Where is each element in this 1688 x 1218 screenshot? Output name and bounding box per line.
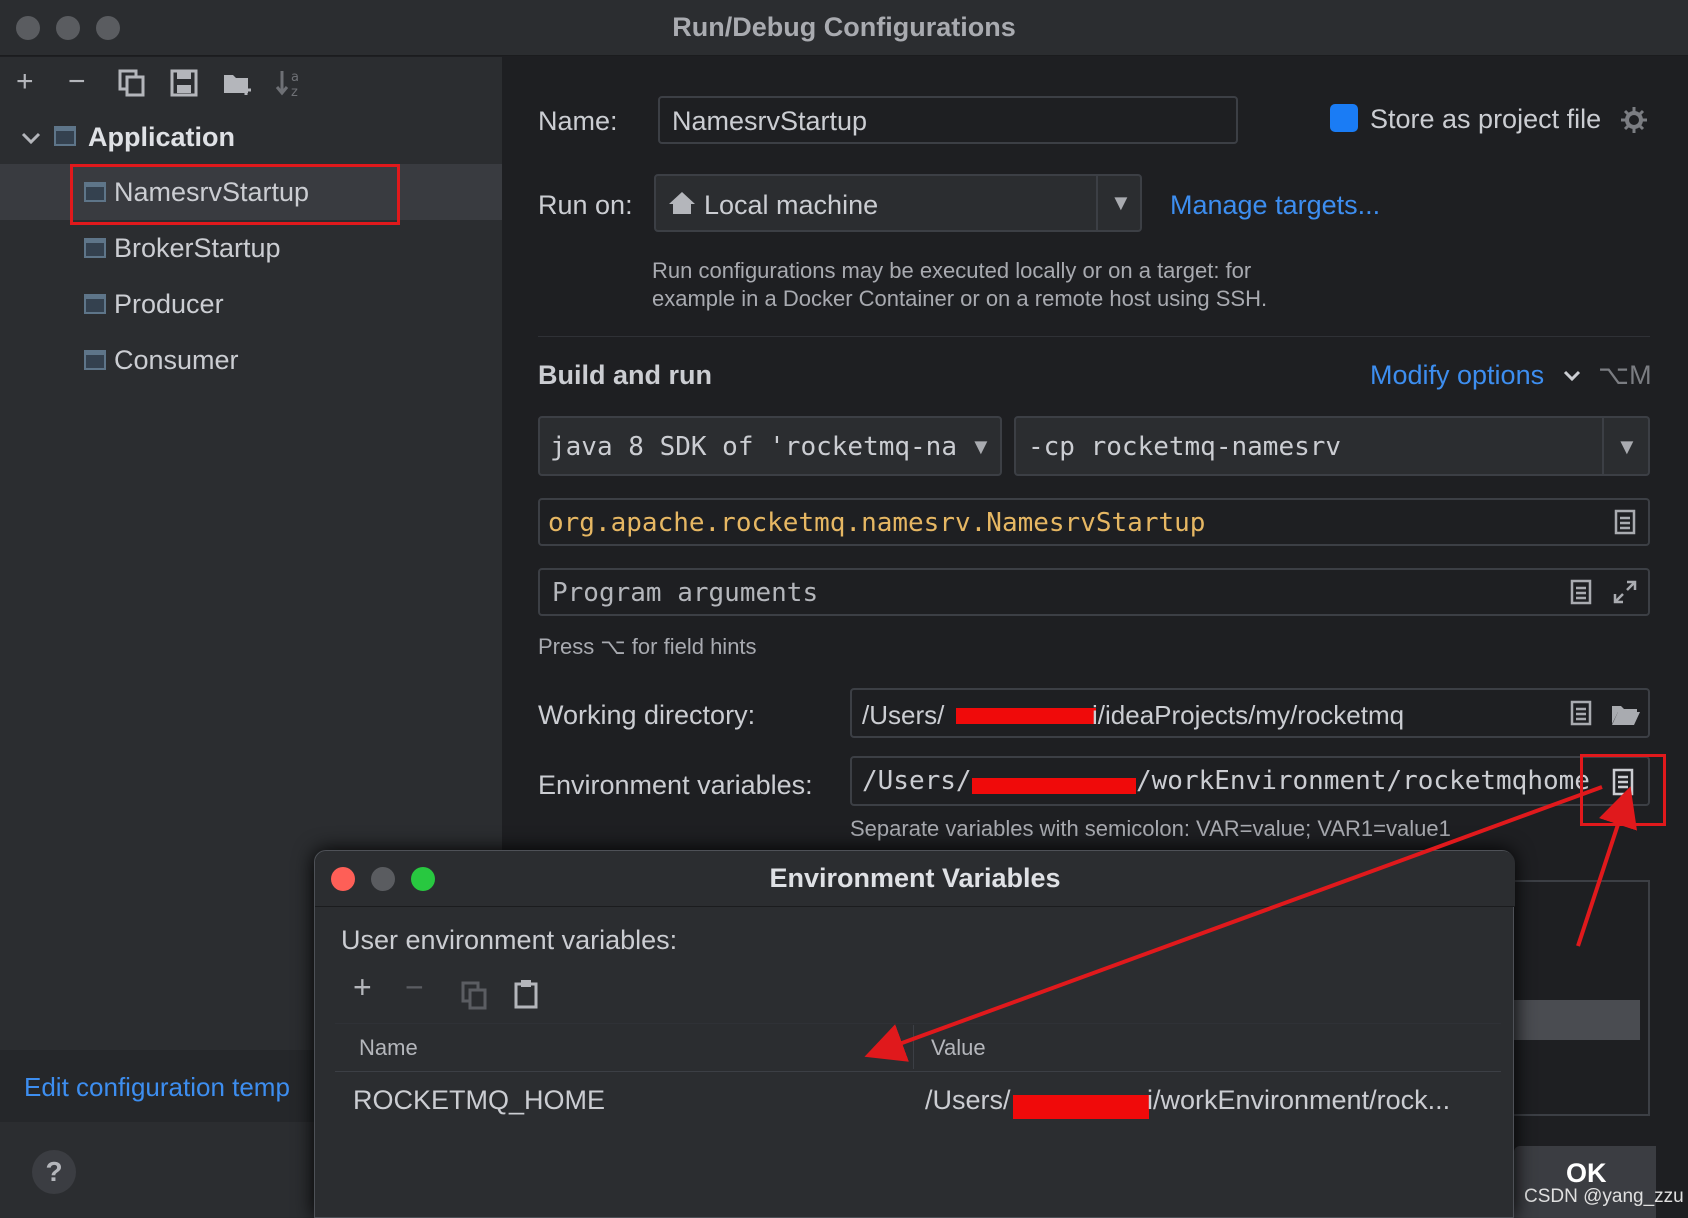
redaction-mark <box>972 778 1136 794</box>
chevron-down-icon: ▼ <box>970 434 992 459</box>
working-directory-suffix: i/ideaProjects/my/rocketmq <box>1092 700 1405 730</box>
gear-icon[interactable] <box>1620 106 1648 134</box>
build-and-run-heading: Build and run <box>538 360 712 390</box>
config-toolbar: + − az <box>0 57 502 107</box>
expand-icon[interactable] <box>1612 579 1638 605</box>
ok-button-label: OK <box>1566 1158 1607 1188</box>
table-row[interactable]: ROCKETMQ_HOME /Users/ i/workEnvironment/… <box>335 1073 1501 1123</box>
working-directory-field[interactable]: /Users/ i/ideaProjects/my/rocketmq <box>850 688 1650 738</box>
tree-item-label: BrokerStartup <box>114 233 281 263</box>
environment-variables-label: Environment variables: <box>538 770 813 800</box>
home-icon <box>669 192 695 214</box>
application-config-icon <box>84 294 106 314</box>
redaction-mark <box>956 708 1096 724</box>
env-var-name: ROCKETMQ_HOME <box>353 1085 606 1115</box>
table-header-top <box>335 1023 1501 1024</box>
remove-icon[interactable]: − <box>68 57 86 107</box>
svg-text:z: z <box>291 85 298 99</box>
column-header-value: Value <box>931 1035 986 1060</box>
dropdown-divider <box>1602 418 1604 474</box>
dropdown-divider <box>1096 176 1098 230</box>
run-on-label: Run on: <box>538 190 633 220</box>
env-var-value-suffix: i/workEnvironment/rock... <box>1147 1085 1451 1115</box>
environment-variables-dialog: Environment Variables User environment v… <box>314 850 1515 1218</box>
jdk-dropdown[interactable]: java 8 SDK of 'rocketmq-na ▼ <box>538 416 1002 476</box>
logs-panel <box>1514 880 1650 1116</box>
watermark: CSDN @yang_zzu <box>1524 1186 1684 1207</box>
modify-options-shortcut: ⌥M <box>1598 360 1652 390</box>
jdk-value: java 8 SDK of 'rocketmq-na <box>550 432 957 462</box>
section-divider <box>538 336 1650 337</box>
redaction-mark <box>1013 1095 1149 1119</box>
name-label: Name: <box>538 106 618 136</box>
name-field[interactable]: NamesrvStartup <box>658 96 1238 144</box>
folder-open-icon[interactable] <box>1610 702 1642 726</box>
application-group-icon <box>54 126 76 146</box>
store-as-project-label: Store as project file <box>1370 104 1602 134</box>
main-class-field[interactable]: org.apache.rocketmq.namesrv.NamesrvStart… <box>538 498 1650 546</box>
sort-icon[interactable]: az <box>274 67 306 99</box>
copy-icon[interactable] <box>461 981 489 1011</box>
remove-icon[interactable]: − <box>405 969 424 1006</box>
environment-variables-field[interactable]: /Users/ /workEnvironment/rocketmqhome <box>850 756 1650 806</box>
tree-group-application[interactable]: Application <box>0 109 502 165</box>
run-on-hint-line1: Run configurations may be executed local… <box>652 258 1252 283</box>
browse-icon[interactable] <box>1614 509 1636 535</box>
application-config-icon <box>84 238 106 258</box>
working-directory-label: Working directory: <box>538 700 756 730</box>
dialog-title: Environment Variables <box>769 863 1061 893</box>
field-hints-text: Press ⌥ for field hints <box>538 634 757 659</box>
dialog-title-bar: Environment Variables <box>315 851 1515 907</box>
tree-item-label: Producer <box>114 289 224 319</box>
logs-panel-row <box>1514 1000 1640 1040</box>
table-header-bottom <box>335 1071 1501 1072</box>
name-field-value: NamesrvStartup <box>672 106 868 136</box>
edit-configuration-templates-link[interactable]: Edit configuration temp <box>24 1072 290 1103</box>
new-folder-icon[interactable] <box>222 69 254 97</box>
main-class-value: org.apache.rocketmq.namesrv.NamesrvStart… <box>548 508 1206 538</box>
annotation-highlight-box <box>1580 754 1666 826</box>
chevron-down-icon[interactable] <box>20 127 42 149</box>
annotation-highlight-box <box>70 164 400 225</box>
tree-item-label: Consumer <box>114 345 239 375</box>
help-button[interactable]: ? <box>32 1150 76 1194</box>
insert-macro-icon[interactable] <box>1570 700 1592 726</box>
column-header-name: Name <box>359 1035 418 1060</box>
classpath-value: -cp rocketmq-namesrv <box>1028 432 1342 462</box>
add-icon[interactable]: + <box>16 57 34 107</box>
column-divider <box>913 1025 914 1069</box>
program-arguments-field[interactable]: Program arguments <box>538 568 1650 616</box>
application-config-icon <box>84 350 106 370</box>
save-icon[interactable] <box>170 69 198 97</box>
chevron-down-icon: ▼ <box>1616 434 1638 459</box>
tree-item-brokerstartup[interactable]: BrokerStartup <box>0 220 502 276</box>
working-directory-prefix: /Users/ <box>862 700 945 730</box>
svg-text:a: a <box>291 70 299 85</box>
env-var-value-prefix: /Users/ <box>925 1085 1011 1115</box>
run-on-hint-line2: example in a Docker Container or on a re… <box>652 286 1268 311</box>
tree-group-label: Application <box>88 122 235 152</box>
tree-item-consumer[interactable]: Consumer <box>0 332 502 388</box>
manage-targets-link[interactable]: Manage targets... <box>1170 190 1380 221</box>
program-arguments-placeholder: Program arguments <box>552 578 819 608</box>
environment-variables-suffix: /workEnvironment/rocketmqhome <box>1136 766 1590 796</box>
add-icon[interactable]: + <box>353 969 372 1006</box>
tree-item-producer[interactable]: Producer <box>0 276 502 332</box>
title-bar: Run/Debug Configurations <box>0 0 1688 56</box>
chevron-down-icon: ▼ <box>1110 190 1132 215</box>
run-on-value: Local machine <box>704 190 879 220</box>
user-env-section-label: User environment variables: <box>341 925 678 955</box>
environment-variables-hint: Separate variables with semicolon: VAR=v… <box>850 816 1451 841</box>
run-on-dropdown[interactable]: Local machine ▼ <box>654 174 1142 232</box>
copy-icon[interactable] <box>118 69 146 97</box>
paste-icon[interactable] <box>513 979 539 1009</box>
insert-macro-icon[interactable] <box>1570 579 1592 605</box>
classpath-module-dropdown[interactable]: -cp rocketmq-namesrv ▼ <box>1014 416 1650 476</box>
modify-options-link[interactable]: Modify options <box>1370 360 1544 391</box>
environment-variables-prefix: /Users/ <box>862 766 972 796</box>
window-title: Run/Debug Configurations <box>672 12 1016 42</box>
chevron-down-icon[interactable] <box>1562 366 1582 386</box>
store-as-project-checkbox[interactable] <box>1330 104 1358 132</box>
